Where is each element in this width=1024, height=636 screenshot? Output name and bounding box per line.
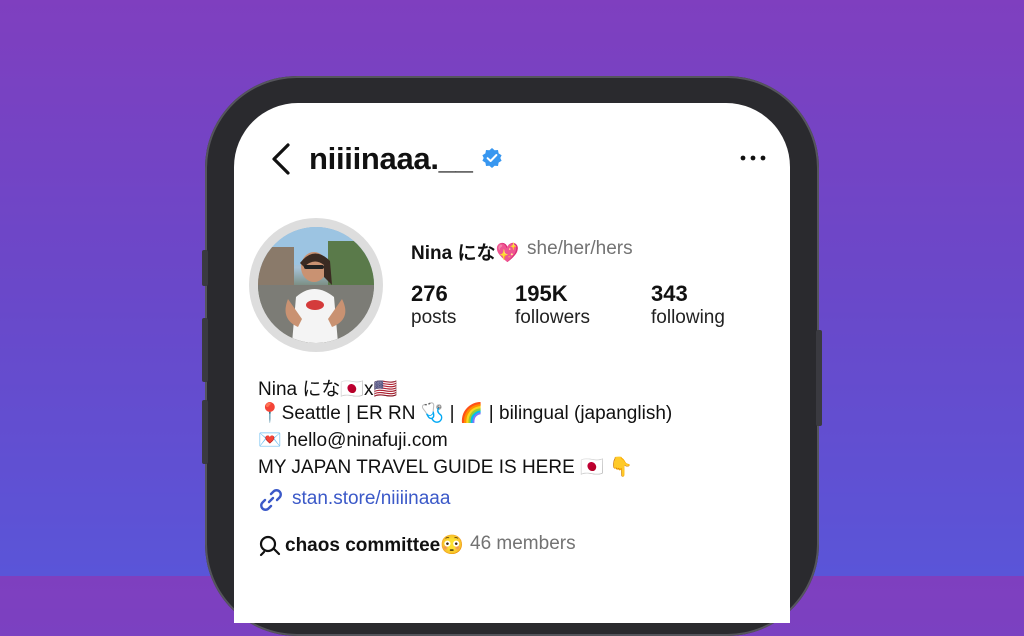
profile-display-name: Nina にな💖 [411, 243, 520, 264]
stat-posts-count: 276 [411, 281, 448, 306]
avatar[interactable] [258, 227, 374, 343]
stat-followers-label: followers [515, 307, 590, 328]
stat-posts[interactable]: 276 posts [411, 281, 456, 329]
profile-username: niiiinaaa.__ [309, 141, 473, 176]
broadcast-channel-name[interactable]: chaos committee😳 [285, 533, 464, 557]
phone-volume-down [202, 400, 208, 464]
stat-posts-label: posts [411, 307, 457, 328]
bio-line-email[interactable]: 💌 hello@ninafuji.com [258, 428, 448, 452]
profile-screen: niiiinaaa.__ Nina にな💖 she/her/hers 276 p… [234, 103, 790, 623]
chevron-left-icon[interactable] [262, 139, 302, 179]
link-icon [260, 489, 282, 511]
phone-power-button [816, 330, 822, 426]
phone-side-button [202, 250, 208, 286]
avatar-photo [258, 227, 374, 343]
profile-link[interactable]: stan.store/niiiinaaa [292, 488, 450, 510]
stat-followers[interactable]: 195K followers [515, 281, 590, 329]
profile-pronouns: she/her/hers [527, 238, 633, 259]
verified-badge-icon [482, 148, 502, 168]
stat-following-count: 343 [651, 281, 688, 306]
stat-following[interactable]: 343 following [651, 281, 725, 329]
broadcast-member-count: 46 members [470, 533, 576, 554]
bio-line-guide: MY JAPAN TRAVEL GUIDE IS HERE 🇯🇵 👇 [258, 457, 633, 478]
bio-line-name: Nina にな🇯🇵x🇺🇸 [258, 379, 398, 400]
stat-followers-count: 195K [515, 281, 568, 306]
more-horizontal-icon[interactable] [739, 145, 767, 171]
phone-volume-up [202, 318, 208, 382]
broadcast-channel-icon [259, 535, 281, 557]
stat-following-label: following [651, 307, 725, 328]
bio-line-location: 📍Seattle | ER RN 🩺 | 🌈 | bilingual (japa… [258, 403, 673, 424]
